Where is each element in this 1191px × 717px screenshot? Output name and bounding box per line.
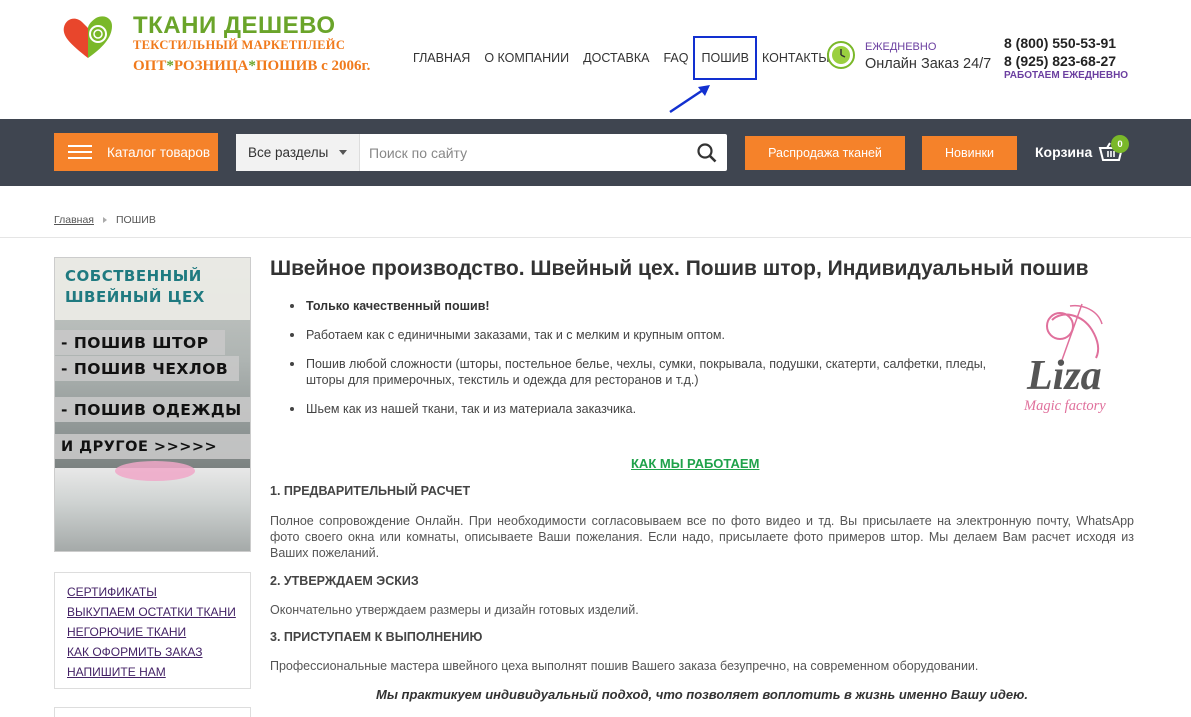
banner-line: - ПОШИВ ШТОР (55, 330, 225, 355)
banner-line: - ПОШИВ ЧЕХЛОВ (55, 356, 239, 381)
motto: Мы практикуем индивидуальный подход, что… (376, 687, 1028, 702)
banner-title: СОБСТВЕННЫЙ (65, 267, 202, 285)
clock-icon (827, 41, 855, 69)
nav-item-home[interactable]: ГЛАВНАЯ (406, 50, 477, 78)
search-input[interactable] (360, 134, 687, 171)
daily-text: Онлайн Заказ 24/7 (865, 56, 992, 72)
step-heading: 1. ПРЕДВАРИТЕЛЬНЫЙ РАСЧЕТ (270, 484, 471, 498)
divider (0, 237, 1191, 238)
slogan-roz: РОЗНИЦА (173, 58, 249, 74)
step-heading: 2. УТВЕРЖДАЕМ ЭСКИЗ (270, 574, 419, 588)
side-menu-write-us[interactable]: НАПИШИТЕ НАМ (67, 662, 250, 682)
page-title: Швейное производство. Швейный цех. Пошив… (270, 257, 1089, 280)
step-text: Профессиональные мастера швейного цеха в… (270, 659, 979, 673)
chevron-down-icon (339, 150, 347, 155)
phone-2[interactable]: 8 (925) 823-68-27 (1004, 53, 1116, 69)
step-text: Полное сопровождение Онлайн. При необход… (270, 514, 1134, 560)
nav-item-delivery[interactable]: ДОСТАВКА (576, 50, 656, 78)
work-label: РАБОТАЕМ ЕЖЕДНЕВНО (1004, 70, 1129, 81)
daily-label: ЕЖЕДНЕВНО (865, 41, 937, 53)
side-menu-certificates[interactable]: СЕРТИФИКАТЫ (67, 582, 250, 602)
search-icon[interactable] (687, 134, 727, 171)
step-text: Окончательно утверждаем размеры и дизайн… (270, 603, 639, 617)
breadcrumb-home[interactable]: Главная (54, 214, 94, 226)
search-section-value: Все разделы (248, 145, 329, 160)
how-we-work-link[interactable]: КАК МЫ РАБОТАЕМ (631, 456, 759, 471)
slogan-star: * (248, 58, 256, 74)
banner-fabric (115, 461, 195, 481)
catalog-label: Каталог товаров (107, 144, 211, 160)
side-menu: СЕРТИФИКАТЫ ВЫКУПАЕМ ОСТАТКИ ТКАНИ НЕГОР… (54, 572, 251, 689)
nav-item-contacts[interactable]: КОНТАКТЫ (755, 50, 836, 78)
slogan-star: * (166, 58, 174, 74)
annotation-arrow-icon (669, 85, 710, 114)
logo-title[interactable]: ТКАНИ ДЕШЕВО (133, 12, 336, 40)
breadcrumb: Главная ПОШИВ (54, 214, 156, 226)
side-menu-how-to-order[interactable]: КАК ОФОРМИТЬ ЗАКАЗ (67, 642, 250, 662)
liza-subtitle: Magic factory (1024, 398, 1106, 414)
sewing-banner[interactable]: СОБСТВЕННЫЙ ШВЕЙНЫЙ ЦЕХ - ПОШИВ ШТОР - П… (54, 257, 251, 552)
list-item: Пошив любой сложности (шторы, постельное… (290, 356, 990, 388)
phone-1[interactable]: 8 (800) 550-53-91 (1004, 35, 1116, 51)
banner-title: ШВЕЙНЫЙ ЦЕХ (65, 288, 205, 306)
side-box (54, 707, 251, 717)
cart-count-badge: 0 (1111, 135, 1129, 153)
list-item: Шьем как из нашей ткани, так и из матери… (290, 401, 990, 417)
site-header: ТКАНИ ДЕШЕВО ТЕКСТИЛЬНЫЙ МАРКЕТПЛЕЙС ОПТ… (0, 0, 1191, 119)
search-bar: Все разделы (236, 134, 727, 171)
nav-item-sewing[interactable]: ПОШИВ (693, 36, 757, 80)
list-item: Работаем как с единичными заказами, так … (290, 327, 990, 343)
nav-item-faq[interactable]: FAQ (656, 50, 695, 78)
features-list: Только качественный пошив! Работаем как … (290, 298, 990, 430)
side-menu-fireproof[interactable]: НЕГОРЮЧИЕ ТКАНИ (67, 622, 250, 642)
logo-icon[interactable] (62, 14, 114, 60)
sale-button[interactable]: Распродажа тканей (745, 136, 905, 170)
banner-line: - ПОШИВ ОДЕЖДЫ (55, 397, 250, 422)
step-heading: 3. ПРИСТУПАЕМ К ВЫПОЛНЕНИЮ (270, 630, 483, 644)
nav-item-about[interactable]: О КОМПАНИИ (477, 50, 576, 78)
banner-line: И ДРУГОЕ >>>>> (55, 434, 250, 459)
logo-subtitle: ТЕКСТИЛЬНЫЙ МАРКЕТПЛЕЙС (133, 38, 346, 52)
slogan-posh: ПОШИВ с 2006г. (255, 58, 371, 74)
cart-label[interactable]: Корзина (1035, 144, 1092, 160)
slogan-opt: ОПТ (133, 58, 167, 74)
liza-name: Liza (1027, 353, 1102, 399)
logo-slogan: ОПТ*РОЗНИЦА*ПОШИВ с 2006г. (133, 58, 370, 75)
side-menu-buyback[interactable]: ВЫКУПАЕМ ОСТАТКИ ТКАНИ (67, 602, 250, 622)
catalog-button[interactable]: Каталог товаров (54, 133, 218, 171)
new-items-button[interactable]: Новинки (922, 136, 1017, 170)
menu-icon (68, 145, 92, 159)
chevron-right-icon (102, 217, 107, 223)
top-nav: ГЛАВНАЯ О КОМПАНИИ ДОСТАВКА FAQ ПОШИВ КО… (406, 36, 836, 80)
breadcrumb-current: ПОШИВ (115, 214, 156, 226)
search-section-select[interactable]: Все разделы (236, 134, 360, 171)
list-item: Только качественный пошив! (290, 298, 990, 314)
